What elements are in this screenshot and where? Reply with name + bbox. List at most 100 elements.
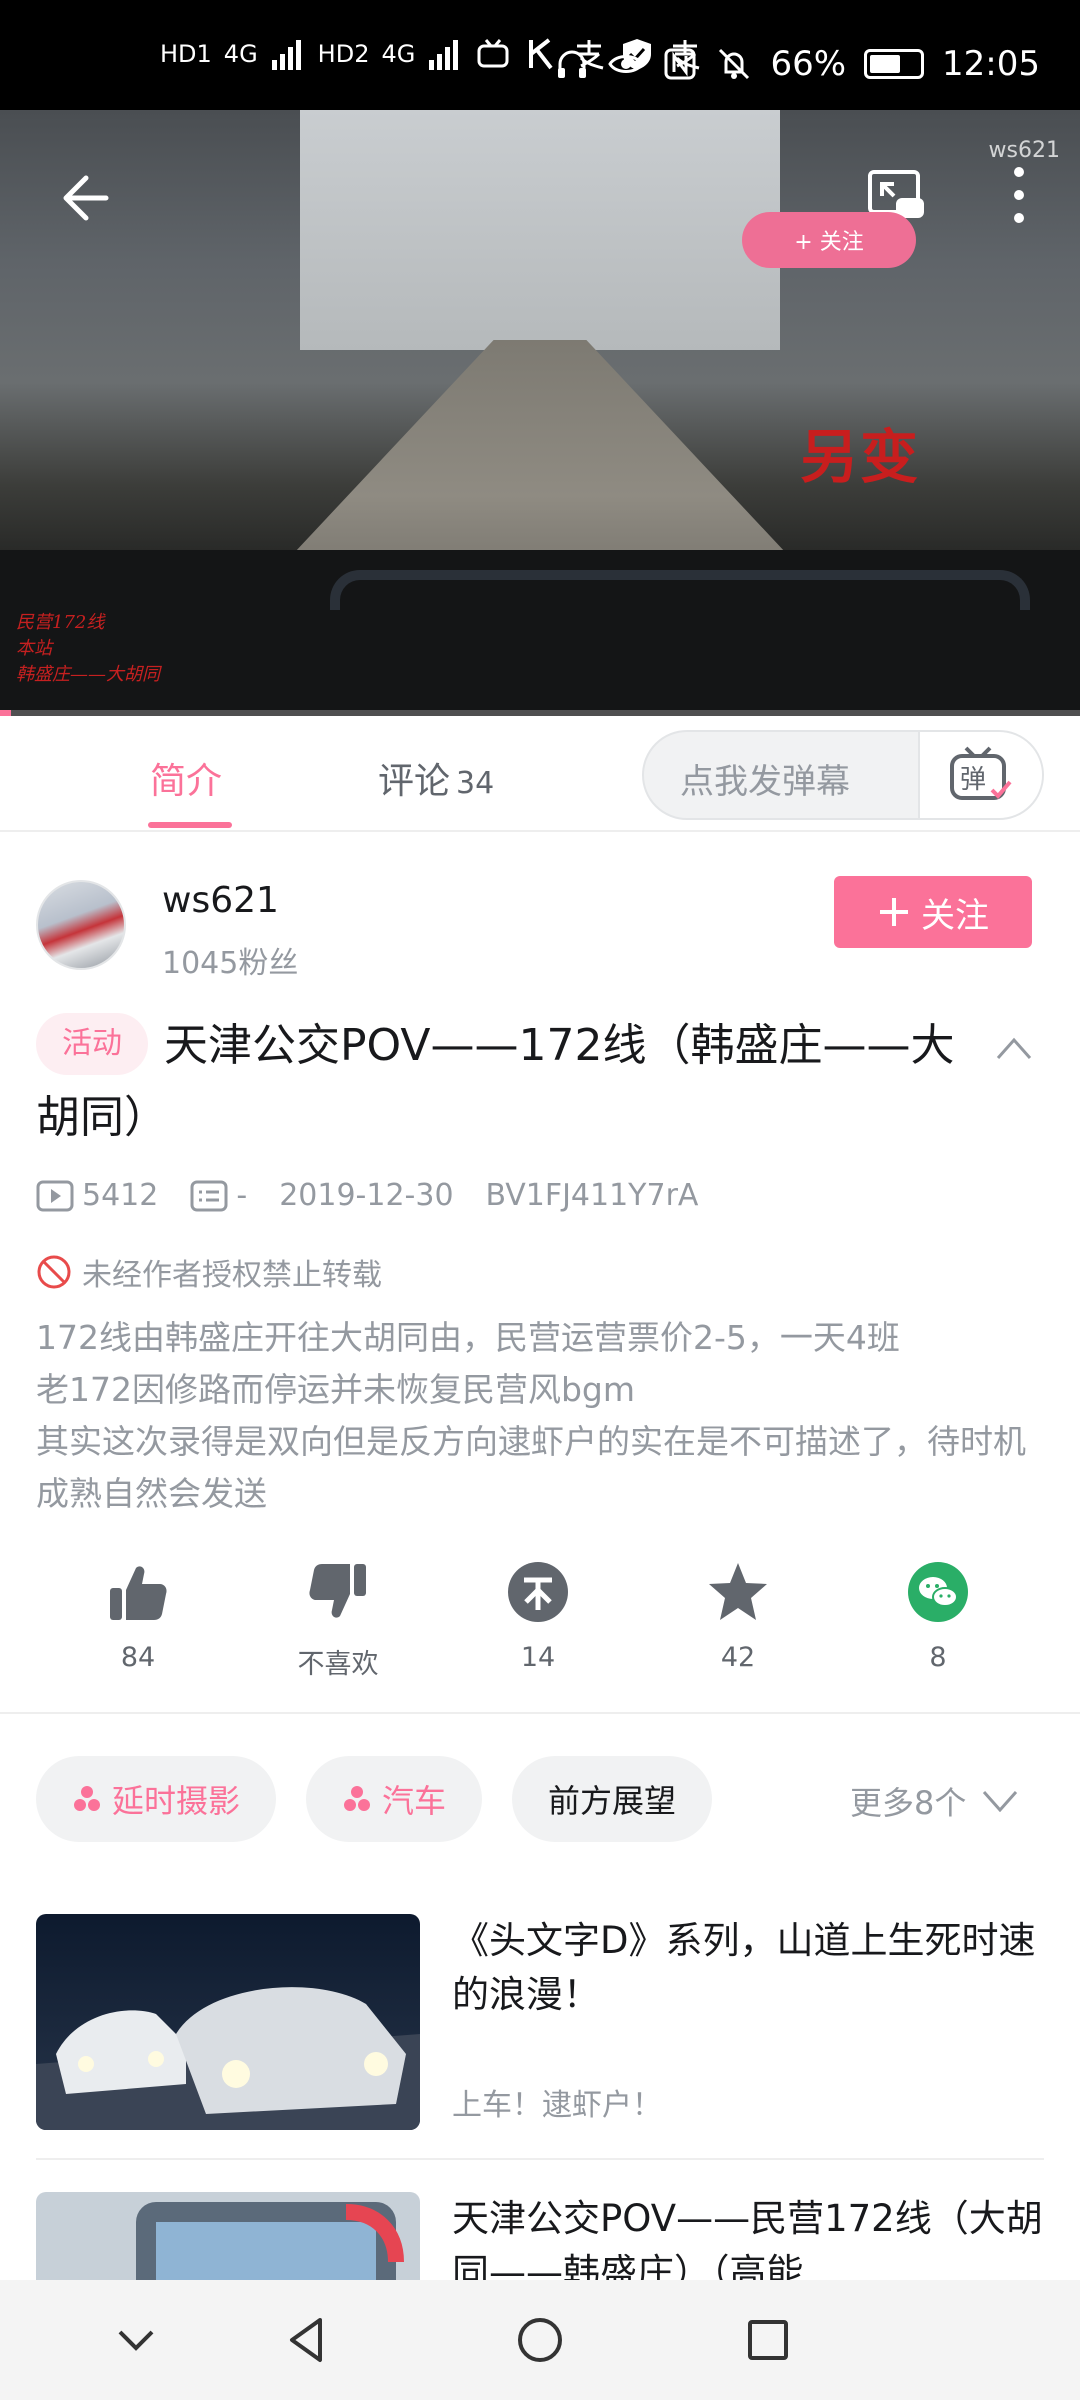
danmaku-tv-icon: 弹 bbox=[950, 746, 1012, 800]
coin-icon bbox=[508, 1562, 568, 1622]
caption-line: 韩盛庄——大胡同 bbox=[16, 664, 160, 685]
clock: 12:05 bbox=[942, 44, 1040, 84]
copyright-text: 未经作者授权禁止转载 bbox=[82, 1258, 382, 1293]
dislike-button[interactable]: 不喜欢 bbox=[268, 1560, 408, 1681]
chevron-down-icon bbox=[983, 1791, 1018, 1812]
section-divider bbox=[0, 1712, 1080, 1714]
tag-label: 汽车 bbox=[382, 1782, 447, 1820]
tag-chip[interactable]: 延时摄影 bbox=[36, 1756, 277, 1842]
video-scene-rail bbox=[330, 570, 1030, 610]
video-overlay-text: 另变 bbox=[800, 423, 921, 491]
battery-icon bbox=[864, 49, 925, 79]
list-divider bbox=[36, 2158, 1044, 2160]
video-meta: 5412 - 2019-12-30 BV1FJ411Y7rA bbox=[36, 1178, 730, 1213]
danmaku-count: - bbox=[190, 1178, 247, 1213]
share-button[interactable]: 8 bbox=[868, 1560, 1008, 1673]
description-line: 172线由韩盛庄开往大胡同由，民营运营票价2-5，一天4班 bbox=[36, 1318, 900, 1357]
play-count-icon bbox=[36, 1180, 74, 1211]
signal-icon bbox=[271, 40, 301, 70]
view-count: 5412 bbox=[36, 1178, 158, 1213]
signal-icon-2 bbox=[429, 40, 459, 70]
tab-comments-label: 评论 bbox=[378, 761, 451, 802]
app-root: HD1 4G HD2 4G 66% 12:05 ws621 另变 民营172线 … bbox=[0, 0, 1080, 2400]
description-line: 老172因修路而停运并未恢复民营风bgm bbox=[36, 1370, 636, 1409]
back-triangle-icon[interactable] bbox=[276, 2308, 340, 2372]
headphones-icon bbox=[558, 50, 587, 78]
hd-badge-2: HD2 bbox=[317, 40, 370, 68]
back-arrow-icon[interactable] bbox=[56, 170, 112, 226]
view-count-value: 5412 bbox=[82, 1178, 159, 1213]
plus-icon bbox=[880, 898, 908, 926]
tag-chip[interactable]: 前方展望 bbox=[512, 1756, 713, 1842]
thumbs-down-icon bbox=[309, 1564, 366, 1618]
network-type-2: 4G bbox=[381, 40, 416, 68]
recommended-thumbnail-image bbox=[36, 1914, 420, 2130]
status-bar: HD1 4G HD2 4G 66% 12:05 bbox=[0, 0, 1080, 110]
eye-icon bbox=[608, 55, 645, 73]
video-description: 172线由韩盛庄开往大胡同由，民营运营票价2-5，一天4班 老172因修路而停运… bbox=[36, 1312, 1046, 1520]
share-count: 8 bbox=[929, 1642, 947, 1673]
favorite-count: 42 bbox=[720, 1642, 756, 1673]
tag-list: 延时摄影 汽车 前方展望 bbox=[36, 1756, 713, 1842]
author-name[interactable]: ws621 bbox=[162, 880, 279, 921]
like-count: 84 bbox=[120, 1642, 156, 1673]
system-indicators: 66% 12:05 bbox=[554, 44, 1040, 84]
favorite-button[interactable]: 42 bbox=[668, 1560, 808, 1673]
video-title: 天津公交POV——172线（韩盛庄——大胡同） bbox=[36, 1020, 955, 1143]
danmaku-toggle-button[interactable]: 弹 bbox=[918, 732, 1042, 818]
video-caption: 民营172线 本站 韩盛庄——大胡同 bbox=[16, 610, 160, 688]
more-options-icon[interactable] bbox=[1004, 160, 1034, 230]
recents-square-icon[interactable] bbox=[736, 2308, 800, 2372]
tab-comments[interactable]: 评论 34 bbox=[378, 752, 494, 804]
author-fans: 1045粉丝 bbox=[162, 946, 299, 981]
description-line: 其实这次录得是双向但是反方向逮虾户的实在是不可描述了，待时机成熟自然会发送 bbox=[36, 1422, 1026, 1513]
more-tags-button[interactable]: 更多8个 bbox=[850, 1778, 1018, 1824]
battery-percent: 66% bbox=[770, 44, 847, 84]
follow-button-label: 关注 bbox=[921, 895, 989, 936]
recommended-thumbnail[interactable] bbox=[36, 1914, 420, 2130]
dislike-label: 不喜欢 bbox=[297, 1649, 379, 1680]
coin-count: 14 bbox=[520, 1642, 556, 1673]
star-icon bbox=[709, 1563, 767, 1620]
caption-line: 民营172线 bbox=[16, 612, 105, 633]
tv-icon bbox=[477, 39, 509, 68]
wechat-icon bbox=[908, 1562, 968, 1622]
danmaku-input[interactable]: 点我发弹幕 弹 bbox=[642, 730, 1044, 820]
like-button[interactable]: 84 bbox=[68, 1560, 208, 1673]
battery-fill bbox=[870, 55, 900, 73]
player-follow-button[interactable]: + 关注 bbox=[742, 212, 916, 268]
thumbs-up-icon bbox=[110, 1566, 167, 1620]
video-title-block: 活动 天津公交POV——172线（韩盛庄——大胡同） bbox=[36, 1010, 996, 1154]
follow-button[interactable]: 关注 bbox=[834, 876, 1032, 948]
tab-intro[interactable]: 简介 bbox=[150, 752, 222, 804]
bvid: BV1FJ411Y7rA bbox=[485, 1178, 699, 1213]
recommended-video[interactable]: 《头文字D》系列，山道上生死时速的浪漫！ 上车！逮虾户！ bbox=[36, 1914, 1044, 2130]
danmaku-button-label: 弹 bbox=[960, 765, 986, 795]
tag-label: 前方展望 bbox=[548, 1782, 677, 1820]
channel-icon bbox=[74, 1786, 100, 1811]
coin-button[interactable]: 14 bbox=[468, 1560, 608, 1673]
avatar[interactable] bbox=[36, 880, 126, 970]
recommended-subtitle: 上车！逮虾户！ bbox=[452, 2088, 662, 2123]
chevron-up-icon[interactable] bbox=[996, 1036, 1032, 1060]
system-navigation-bar bbox=[0, 2280, 1080, 2400]
action-bar: 84 不喜欢 14 42 8 bbox=[36, 1560, 1044, 1690]
danmaku-placeholder: 点我发弹幕 bbox=[680, 762, 850, 802]
danmaku-count-icon bbox=[190, 1180, 228, 1211]
publish-date: 2019-12-30 bbox=[279, 1178, 454, 1213]
home-circle-icon[interactable] bbox=[508, 2308, 572, 2372]
recommended-title: 《头文字D》系列，山道上生死时速的浪漫！ bbox=[452, 1919, 1036, 2016]
more-tags-label: 更多8个 bbox=[850, 1784, 967, 1822]
hd-badge: HD1 bbox=[160, 40, 212, 68]
copyright-notice: 未经作者授权禁止转载 bbox=[36, 1250, 382, 1294]
tab-active-indicator bbox=[148, 822, 232, 828]
prohibited-icon bbox=[37, 1255, 71, 1289]
nfc-icon bbox=[664, 48, 696, 80]
danmaku-count-value: - bbox=[236, 1178, 248, 1213]
tag-chip[interactable]: 汽车 bbox=[306, 1756, 483, 1842]
chevron-down-icon[interactable] bbox=[104, 2308, 168, 2372]
caption-line: 本站 bbox=[16, 638, 52, 659]
activity-tag[interactable]: 活动 bbox=[36, 1013, 148, 1075]
video-scene-sky bbox=[300, 110, 780, 350]
tag-label: 延时摄影 bbox=[112, 1782, 241, 1820]
